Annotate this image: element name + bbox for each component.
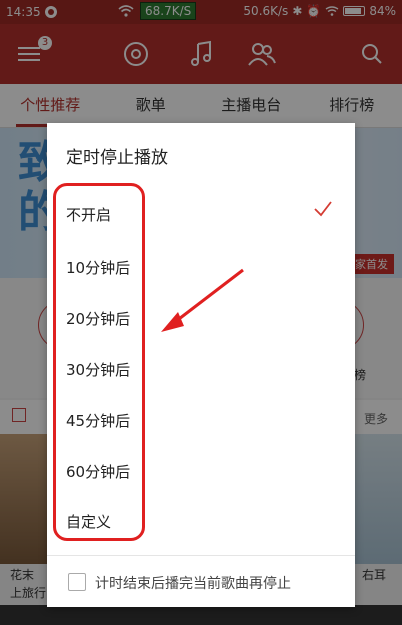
annotation-arrow-icon — [161, 268, 244, 332]
